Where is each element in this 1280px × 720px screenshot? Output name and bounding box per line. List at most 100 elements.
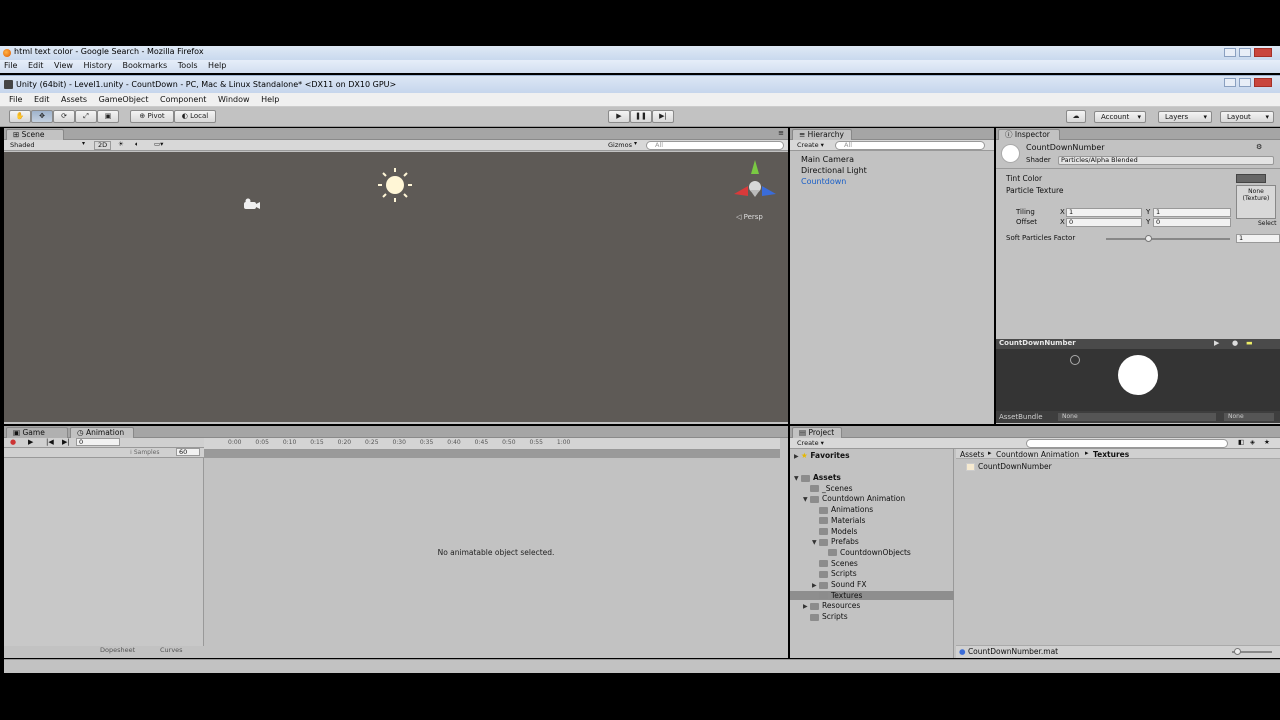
scene-search-input[interactable]: All	[646, 141, 784, 150]
anim-play-icon[interactable]: ▶	[28, 438, 33, 446]
scale-tool-button[interactable]: ⤢	[75, 110, 97, 123]
menu-file[interactable]: File	[9, 95, 22, 104]
texture-select-button[interactable]: Select	[1258, 220, 1277, 227]
project-folder-resources[interactable]: ▶ Resources	[803, 601, 860, 610]
project-folder-models[interactable]: Models	[812, 527, 857, 536]
step-button[interactable]: ▶|	[652, 110, 674, 123]
texture-slot[interactable]: None (Texture)	[1236, 185, 1276, 219]
favorites-item[interactable]: ▶ ★ Favorites	[794, 451, 850, 460]
persp-label[interactable]: ◁ Persp	[736, 213, 763, 221]
tab-animation[interactable]: ◷ Animation	[70, 427, 134, 438]
record-icon[interactable]: ●	[10, 438, 16, 446]
menu-assets[interactable]: Assets	[61, 95, 87, 104]
breadcrumb-countdown-animation[interactable]: Countdown Animation	[996, 450, 1079, 459]
breadcrumb-textures[interactable]: Textures	[1093, 450, 1129, 459]
project-folder-assets[interactable]: ▼ Assets	[794, 473, 841, 482]
project-folder-materials[interactable]: Materials	[812, 516, 865, 525]
soft-particles-slider-thumb[interactable]	[1145, 235, 1152, 242]
move-tool-button[interactable]: ✥	[31, 110, 53, 123]
tab-scene[interactable]: ⊞ Scene	[6, 129, 64, 140]
ff-menu-tools[interactable]: Tools	[178, 61, 198, 70]
local-toggle[interactable]: ◐ Local	[174, 110, 216, 123]
tab-inspector[interactable]: ⓘ Inspector	[998, 129, 1060, 140]
shader-dropdown[interactable]: Particles/Alpha Blended	[1058, 156, 1274, 165]
menu-component[interactable]: Component	[160, 95, 206, 104]
audio-toggle-icon[interactable]: 🔈︎	[135, 140, 139, 149]
filter-label-icon[interactable]: ◈	[1250, 438, 1255, 446]
menu-edit[interactable]: Edit	[34, 95, 50, 104]
soft-particles-slider-track[interactable]	[1106, 238, 1230, 240]
menu-help[interactable]: Help	[261, 95, 279, 104]
hand-tool-button[interactable]: ✋	[9, 110, 31, 123]
layers-dropdown[interactable]: Layers	[1158, 111, 1212, 123]
hierarchy-item-directional-light[interactable]: Directional Light	[801, 166, 867, 175]
preview-area[interactable]	[996, 349, 1280, 411]
inspector-open-icon[interactable]: ⚙	[1256, 143, 1262, 151]
menu-window[interactable]: Window	[218, 95, 250, 104]
firefox-window-controls[interactable]	[1221, 48, 1272, 59]
layout-dropdown[interactable]: Layout	[1220, 111, 1274, 123]
project-folder-animations[interactable]: Animations	[812, 505, 873, 514]
panel-menu-icon[interactable]: ≡	[778, 129, 784, 137]
rect-tool-button[interactable]: ▣	[97, 110, 119, 123]
timeline-ruler[interactable]: 0:00 0:05 0:10 0:15 0:20 0:25 0:30 0:35 …	[204, 438, 780, 450]
project-folder-textures[interactable]: Textures	[790, 590, 954, 600]
tint-color-swatch[interactable]	[1236, 174, 1266, 183]
project-search-input[interactable]	[1026, 439, 1228, 448]
project-create-dropdown[interactable]: Create ▾	[797, 439, 824, 447]
project-folder-prefabs[interactable]: ▼ Prefabs	[812, 537, 859, 546]
frame-field[interactable]: 0	[76, 438, 120, 446]
soft-particles-field[interactable]: 1	[1236, 234, 1280, 243]
expand-arrow-icon[interactable]: ▼	[812, 539, 819, 546]
offset-x-field[interactable]: 0	[1066, 218, 1142, 227]
menu-gameobject[interactable]: GameObject	[99, 95, 149, 104]
ff-menu-bookmarks[interactable]: Bookmarks	[123, 61, 168, 70]
hierarchy-create-dropdown[interactable]: Create ▾	[797, 141, 824, 149]
expand-arrow-icon[interactable]: ▼	[803, 496, 810, 503]
hierarchy-item-main-camera[interactable]: Main Camera	[801, 155, 854, 164]
hierarchy-item-countdown[interactable]: Countdown	[801, 177, 846, 186]
preview-play-icon[interactable]: ▶	[1214, 339, 1219, 347]
samples-field[interactable]: 60	[176, 448, 200, 456]
unity-window-controls[interactable]	[1221, 78, 1272, 89]
ff-menu-history[interactable]: History	[84, 61, 112, 70]
gizmos-dropdown[interactable]: Gizmos	[608, 141, 632, 149]
mode-2d-toggle[interactable]: 2D	[94, 141, 112, 150]
tab-game[interactable]: ▣ Game	[6, 427, 68, 438]
tab-hierarchy[interactable]: ≡ Hierarchy	[792, 129, 852, 140]
project-folder-scripts[interactable]: Scripts	[803, 612, 848, 621]
star-icon[interactable]: ★	[1264, 438, 1270, 446]
tiling-x-field[interactable]: 1	[1066, 208, 1142, 217]
preview-sphere-icon[interactable]: ●	[1232, 339, 1238, 347]
directional-light-icon[interactable]	[378, 168, 412, 202]
file-countdownnumber[interactable]: CountDownNumber	[966, 462, 1052, 471]
lighting-toggle-icon[interactable]: ☀	[118, 140, 124, 148]
project-folder-countdown-animation[interactable]: ▼ Countdown Animation	[803, 494, 905, 503]
breadcrumb-assets[interactable]: Assets	[960, 450, 984, 459]
ff-menu-help[interactable]: Help	[208, 61, 226, 70]
ff-menu-file[interactable]: File	[4, 61, 17, 70]
filter-type-icon[interactable]: ◧	[1238, 438, 1244, 446]
account-dropdown[interactable]: Account	[1094, 111, 1146, 123]
curves-tab[interactable]: Curves	[160, 646, 183, 654]
play-button[interactable]: ▶	[608, 110, 630, 123]
camera-icon[interactable]	[244, 198, 260, 210]
expand-arrow-icon[interactable]: ▶	[812, 582, 819, 589]
expand-arrow-icon[interactable]: ▶	[803, 603, 810, 610]
project-folder-scripts[interactable]: Scripts	[812, 569, 857, 578]
offset-y-field[interactable]: 0	[1153, 218, 1231, 227]
zoom-slider-thumb[interactable]	[1234, 648, 1241, 655]
pivot-toggle[interactable]: ⊕ Pivot	[130, 110, 174, 123]
cloud-button[interactable]: ☁	[1066, 110, 1086, 123]
project-folder-sound-fx[interactable]: ▶ Sound FX	[812, 580, 866, 589]
project-folder--scenes[interactable]: _Scenes	[803, 484, 853, 493]
timeline-events-bar[interactable]	[204, 450, 780, 458]
timeline-area[interactable]: No animatable object selected.	[204, 458, 788, 646]
tab-project[interactable]: ▤ Project	[792, 427, 842, 438]
project-folder-scenes[interactable]: Scenes	[812, 559, 858, 568]
next-key-icon[interactable]: ▶|	[62, 438, 70, 446]
shading-dropdown[interactable]: Shaded	[10, 141, 90, 149]
assetbundle-variant-dropdown[interactable]: None	[1224, 413, 1274, 421]
ff-menu-edit[interactable]: Edit	[28, 61, 44, 70]
assetbundle-dropdown[interactable]: None	[1058, 413, 1216, 421]
